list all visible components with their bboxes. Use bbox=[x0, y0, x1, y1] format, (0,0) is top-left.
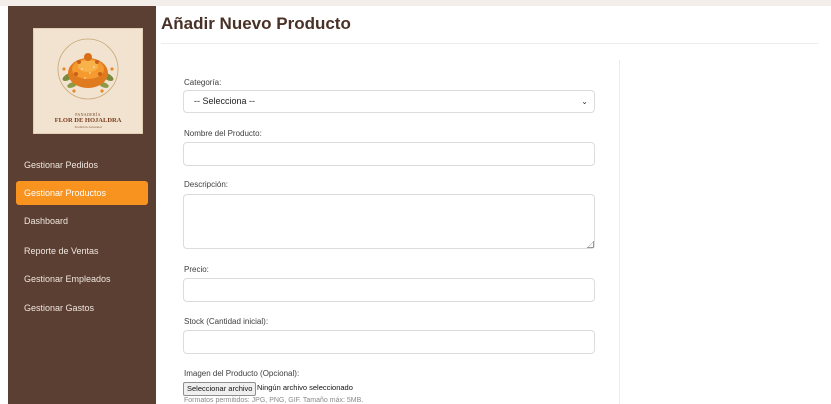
category-selected-value: -- Selecciona -- bbox=[194, 96, 256, 106]
sidebar-item-gastos[interactable]: Gestionar Gastos bbox=[16, 296, 148, 320]
price-label: Precio: bbox=[184, 265, 209, 274]
price-input[interactable] bbox=[183, 278, 595, 302]
logo: PANADERÍA FLOR DE HOJALDRA Tradición Art… bbox=[33, 28, 143, 134]
sidebar-item-dashboard[interactable]: Dashboard bbox=[16, 209, 148, 233]
description-label: Descripción: bbox=[184, 180, 229, 189]
description-textarea[interactable] bbox=[183, 194, 595, 249]
bread-logo-icon bbox=[57, 38, 119, 100]
sidebar-item-reporte-ventas[interactable]: Reporte de Ventas bbox=[16, 239, 148, 263]
title-divider bbox=[161, 43, 818, 44]
product-name-label: Nombre del Producto: bbox=[184, 129, 262, 138]
page-title: Añadir Nuevo Producto bbox=[161, 14, 351, 33]
category-select[interactable]: -- Selecciona -- ⌄ bbox=[183, 90, 595, 113]
choose-file-button[interactable]: Seleccionar archivo bbox=[183, 382, 257, 396]
sidebar: PANADERÍA FLOR DE HOJALDRA Tradición Art… bbox=[8, 6, 156, 404]
chevron-down-icon: ⌄ bbox=[581, 97, 588, 106]
stock-input[interactable] bbox=[183, 330, 595, 354]
logo-text-tagline: Tradición Artesanal bbox=[74, 125, 102, 129]
file-status-text: Ningún archivo seleccionado bbox=[257, 383, 353, 392]
sidebar-item-pedidos[interactable]: Gestionar Pedidos bbox=[16, 153, 148, 177]
resize-handle-icon[interactable] bbox=[587, 241, 594, 248]
form-panel-border bbox=[619, 60, 620, 404]
image-label: Imagen del Producto (Opcional): bbox=[184, 369, 300, 378]
category-label: Categoría: bbox=[184, 78, 222, 87]
sidebar-item-empleados[interactable]: Gestionar Empleados bbox=[16, 267, 148, 291]
logo-text-name: FLOR DE HOJALDRA bbox=[54, 117, 122, 124]
image-format-hint: Formatos permitidos: JPG, PNG, GIF. Tama… bbox=[184, 397, 364, 404]
sidebar-item-productos[interactable]: Gestionar Productos bbox=[16, 181, 148, 205]
product-name-input[interactable] bbox=[183, 142, 595, 166]
stock-label: Stock (Cantidad inicial): bbox=[184, 317, 269, 326]
